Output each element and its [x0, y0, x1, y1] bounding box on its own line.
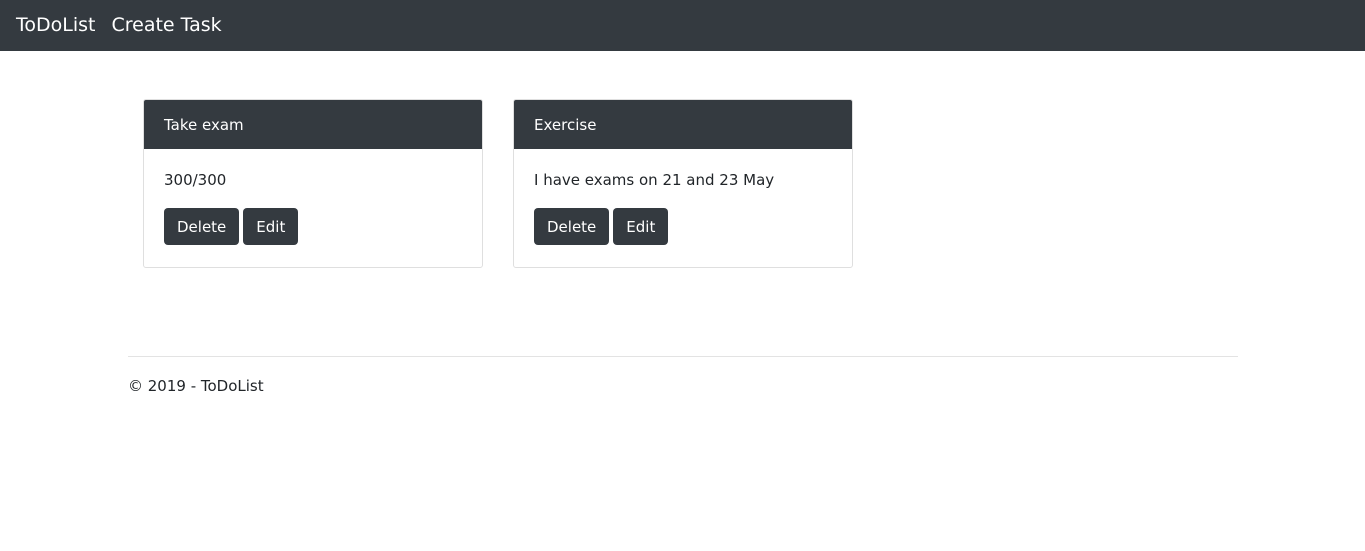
- task-card-actions: Delete Edit: [164, 208, 482, 245]
- footer-divider: [128, 356, 1238, 357]
- nav-link-create-task[interactable]: Create Task: [111, 0, 221, 51]
- task-card-description: 300/300: [164, 171, 227, 189]
- task-card-body: I have exams on 21 and 23 May Delete Edi…: [514, 172, 852, 245]
- task-card-description: I have exams on 21 and 23 May: [534, 171, 775, 189]
- task-card-title: Take exam: [144, 100, 482, 149]
- task-card-body: 300/300 Delete Edit: [144, 172, 482, 245]
- task-card: Take exam 300/300 Delete Edit: [143, 99, 483, 268]
- delete-button[interactable]: Delete: [534, 208, 610, 245]
- edit-button[interactable]: Edit: [243, 208, 299, 245]
- footer-copyright: © 2019 - ToDoList: [128, 377, 264, 395]
- task-card: Exercise I have exams on 21 and 23 May D…: [513, 99, 853, 268]
- top-navbar: ToDoList Create Task: [0, 0, 1365, 51]
- delete-button[interactable]: Delete: [164, 208, 240, 245]
- edit-button[interactable]: Edit: [613, 208, 669, 245]
- task-card-title: Exercise: [514, 100, 852, 149]
- task-card-actions: Delete Edit: [534, 208, 852, 245]
- brand-link[interactable]: ToDoList: [16, 0, 95, 51]
